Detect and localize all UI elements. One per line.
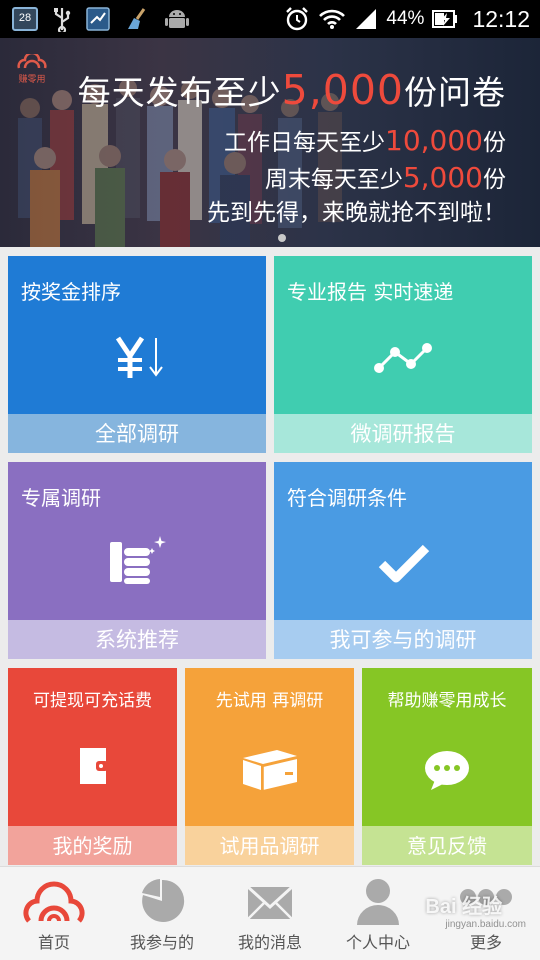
tile-subtitle: 专业报告 实时速递 xyxy=(287,280,454,304)
banner-tagline: 先到先得，来晚就抢不到啦！ xyxy=(207,200,506,226)
nav-home[interactable]: 首页 xyxy=(0,867,108,960)
tile-label: 意见反馈 xyxy=(362,826,532,865)
tile-label: 系统推荐 xyxy=(8,620,266,659)
checkmark-icon xyxy=(378,542,430,588)
chat-bubble-icon xyxy=(423,750,471,796)
banner-headline: 每天发布至少5,000份问卷 xyxy=(78,66,506,114)
battery-percent: 44% xyxy=(386,8,425,29)
nav-label: 我参与的 xyxy=(129,933,194,952)
weekend-suffix: 份 xyxy=(483,167,506,193)
tile-label: 微调研报告 xyxy=(274,414,532,453)
signal-icon xyxy=(354,7,378,31)
package-icon xyxy=(239,744,301,796)
weekday-number: 10,000 xyxy=(385,124,483,157)
weekend-prefix: 周末每天至少 xyxy=(264,167,403,193)
alarm-icon xyxy=(284,6,310,32)
system-status: 44% 12:12 xyxy=(284,0,530,38)
weekday-suffix: 份 xyxy=(483,130,506,156)
logo-cloud-icon xyxy=(17,54,47,69)
promo-banner[interactable]: 赚零用 每天发布至少5,000份问卷 工作日每天至少10,000份 周末每天至少… xyxy=(0,38,540,247)
nav-label: 首页 xyxy=(37,933,70,952)
android-icon xyxy=(164,6,190,32)
tile-subtitle: 符合调研条件 xyxy=(287,486,407,510)
yen-sort-icon xyxy=(112,334,168,384)
tile-system-recommend[interactable]: 专属调研 系统推荐 xyxy=(8,462,266,659)
clock: 12:12 xyxy=(472,5,530,32)
tile-subtitle: 可提现可充话费 xyxy=(33,691,152,711)
tile-subtitle: 帮助赚零用成长 xyxy=(387,691,507,711)
tile-subtitle: 先试用 再调研 xyxy=(215,691,324,711)
banner-weekend-line: 周末每天至少5,000份 xyxy=(265,160,506,194)
headline-number: 5,000 xyxy=(281,66,404,114)
person-icon xyxy=(324,877,432,925)
tile-subtitle: 按奖金排序 xyxy=(21,280,121,304)
tile-subtitle: 专属调研 xyxy=(21,486,101,510)
trend-line-icon xyxy=(371,338,435,380)
nav-participated[interactable]: 我参与的 xyxy=(108,867,216,960)
tile-label: 我可参与的调研 xyxy=(274,620,532,659)
nav-more[interactable]: 更多 xyxy=(432,867,540,960)
more-dots-icon xyxy=(432,877,540,925)
envelope-icon xyxy=(216,877,324,925)
usb-icon xyxy=(52,6,72,32)
coins-hand-icon xyxy=(108,534,168,592)
home-logo-icon xyxy=(0,877,108,925)
tile-feedback[interactable]: 帮助赚零用成长 意见反馈 xyxy=(362,668,532,865)
weekday-prefix: 工作日每天至少 xyxy=(224,130,386,156)
tool-icon xyxy=(86,7,110,31)
banner-weekday-line: 工作日每天至少10,000份 xyxy=(224,123,506,157)
broom-icon xyxy=(124,7,150,31)
weekend-number: 5,000 xyxy=(402,161,483,194)
headline-suffix: 份问卷 xyxy=(404,73,506,112)
tile-eligible-surveys[interactable]: 符合调研条件 我可参与的调研 xyxy=(274,462,532,659)
nav-label: 更多 xyxy=(469,933,502,952)
brand-logo-text: 赚零用 xyxy=(18,75,46,85)
brand-logo: 赚零用 xyxy=(14,54,50,85)
status-bar: 28 44% 12:12 xyxy=(0,0,540,38)
headline-prefix: 每天发布至少 xyxy=(77,73,282,112)
tile-label: 试用品调研 xyxy=(185,826,354,865)
wallet-icon xyxy=(76,744,112,792)
nav-label: 个人中心 xyxy=(345,933,410,952)
battery-icon xyxy=(432,9,458,29)
calendar-icon: 28 xyxy=(12,7,38,31)
tile-my-rewards[interactable]: 可提现可充话费 我的奖励 xyxy=(8,668,177,865)
tile-label: 我的奖励 xyxy=(8,826,177,865)
wifi-icon xyxy=(318,8,346,30)
nav-profile[interactable]: 个人中心 xyxy=(324,867,432,960)
tile-all-surveys[interactable]: 按奖金排序 全部调研 xyxy=(8,256,266,453)
nav-label: 我的消息 xyxy=(237,933,302,952)
tile-micro-reports[interactable]: 专业报告 实时速递 微调研报告 xyxy=(274,256,532,453)
bottom-navigation: 首页 我参与的 我的消息 个人中心 更多 xyxy=(0,866,540,960)
notification-icons: 28 xyxy=(12,6,190,32)
tile-label: 全部调研 xyxy=(8,414,266,453)
tile-trial-surveys[interactable]: 先试用 再调研 试用品调研 xyxy=(185,668,354,865)
nav-messages[interactable]: 我的消息 xyxy=(216,867,324,960)
pie-chart-icon xyxy=(108,877,216,925)
carousel-indicator[interactable] xyxy=(278,234,286,242)
